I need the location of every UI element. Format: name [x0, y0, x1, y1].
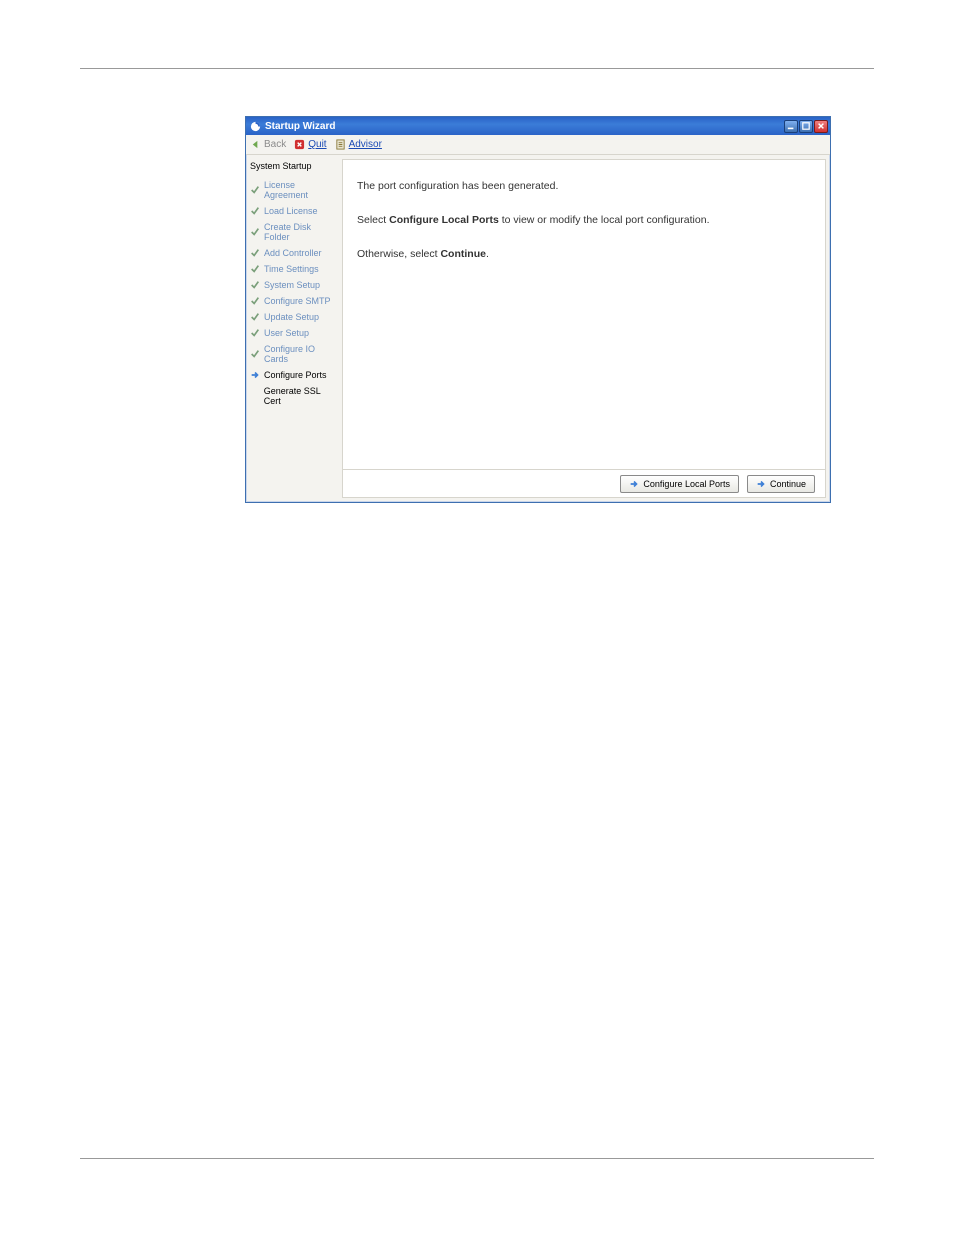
- close-button[interactable]: [814, 120, 828, 133]
- content-panel: The port configuration has been generate…: [342, 159, 826, 498]
- check-icon: [250, 227, 260, 237]
- maximize-button[interactable]: [799, 120, 813, 133]
- arrow-right-icon: [629, 479, 639, 489]
- step-load-license: Load License: [250, 203, 338, 219]
- footer-bar: Configure Local Ports Continue: [343, 469, 825, 497]
- sidebar: System Startup License Agreement Load Li…: [246, 155, 342, 502]
- startup-wizard-window: Startup Wizard Back Quit: [245, 116, 831, 503]
- step-configure-io-cards: Configure IO Cards: [250, 341, 338, 367]
- content-line-1: The port configuration has been generate…: [357, 178, 811, 196]
- check-icon: [250, 264, 260, 274]
- blank-icon: [250, 391, 260, 401]
- step-add-controller: Add Controller: [250, 245, 338, 261]
- quit-button[interactable]: Quit: [294, 139, 326, 150]
- step-label: Create Disk Folder: [264, 222, 338, 242]
- check-icon: [250, 328, 260, 338]
- step-user-setup: User Setup: [250, 325, 338, 341]
- advisor-label: Advisor: [349, 139, 382, 150]
- step-create-disk-folder: Create Disk Folder: [250, 219, 338, 245]
- step-system-setup: System Setup: [250, 277, 338, 293]
- step-label: Configure IO Cards: [264, 344, 338, 364]
- continue-button[interactable]: Continue: [747, 475, 815, 493]
- window-controls: [784, 120, 828, 133]
- step-label: System Setup: [264, 280, 320, 290]
- check-icon: [250, 312, 260, 322]
- app-icon: [250, 121, 261, 132]
- configure-local-ports-button[interactable]: Configure Local Ports: [620, 475, 739, 493]
- back-arrow-icon: [250, 139, 261, 150]
- continue-button-label: Continue: [770, 479, 806, 489]
- step-label: License Agreement: [264, 180, 338, 200]
- quit-icon: [294, 139, 305, 150]
- check-icon: [250, 280, 260, 290]
- page-divider-top: [80, 68, 874, 69]
- check-icon: [250, 296, 260, 306]
- advisor-icon: [335, 139, 346, 150]
- step-configure-ports: Configure Ports: [250, 367, 338, 383]
- step-label: Add Controller: [264, 248, 322, 258]
- toolbar: Back Quit Advisor: [246, 135, 830, 155]
- quit-label: Quit: [308, 139, 326, 150]
- content-line-2: Select Configure Local Ports to view or …: [357, 212, 811, 230]
- check-icon: [250, 349, 260, 359]
- content-line-3: Otherwise, select Continue.: [357, 246, 811, 264]
- page-divider-bottom: [80, 1158, 874, 1159]
- step-time-settings: Time Settings: [250, 261, 338, 277]
- check-icon: [250, 248, 260, 258]
- step-label: Time Settings: [264, 264, 319, 274]
- check-icon: [250, 185, 260, 195]
- titlebar: Startup Wizard: [246, 117, 830, 135]
- step-label: Update Setup: [264, 312, 319, 322]
- arrow-right-icon: [756, 479, 766, 489]
- step-label: Load License: [264, 206, 318, 216]
- step-update-setup: Update Setup: [250, 309, 338, 325]
- minimize-button[interactable]: [784, 120, 798, 133]
- step-license-agreement: License Agreement: [250, 177, 338, 203]
- step-generate-ssl-cert: Generate SSL Cert: [250, 383, 338, 409]
- check-icon: [250, 206, 260, 216]
- back-label: Back: [264, 139, 286, 150]
- body-area: System Startup License Agreement Load Li…: [246, 155, 830, 502]
- step-label: Generate SSL Cert: [264, 386, 338, 406]
- back-button: Back: [250, 139, 286, 150]
- step-configure-smtp: Configure SMTP: [250, 293, 338, 309]
- window-title: Startup Wizard: [265, 121, 784, 132]
- step-label: Configure Ports: [264, 370, 327, 380]
- step-label: User Setup: [264, 328, 309, 338]
- configure-button-label: Configure Local Ports: [643, 479, 730, 489]
- sidebar-header: System Startup: [250, 161, 338, 171]
- arrow-right-icon: [250, 370, 260, 380]
- advisor-button[interactable]: Advisor: [335, 139, 382, 150]
- step-label: Configure SMTP: [264, 296, 331, 306]
